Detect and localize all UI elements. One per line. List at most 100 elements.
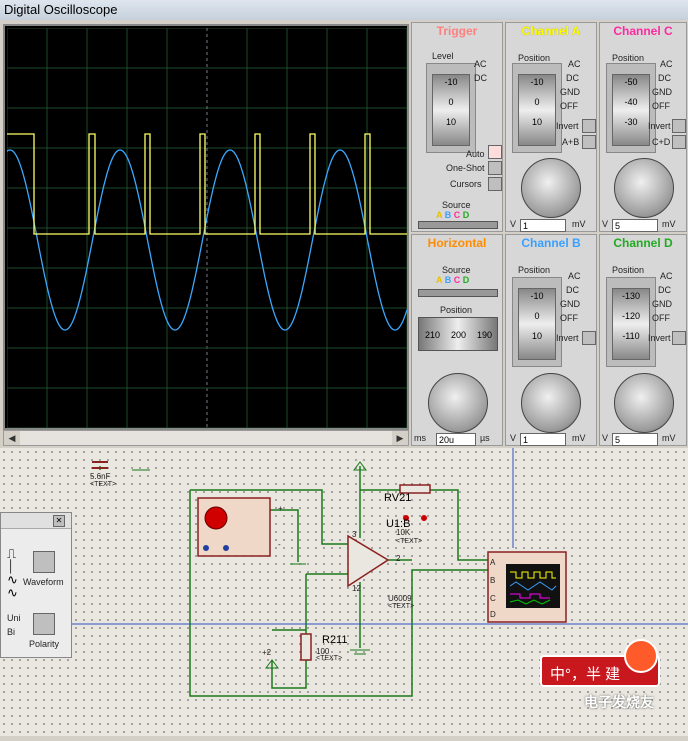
channel-a-position[interactable]: -10 0 10 bbox=[512, 63, 562, 153]
coupling-gnd[interactable]: GND bbox=[560, 87, 580, 97]
unit-mv: mV bbox=[662, 433, 676, 443]
coupling-off[interactable]: OFF bbox=[560, 101, 578, 111]
coupling-gnd[interactable]: GND bbox=[652, 299, 672, 309]
channel-a-readout: 1 bbox=[520, 219, 566, 232]
scroll-left-icon[interactable]: ◀ bbox=[4, 431, 20, 445]
scope-pin-d: D bbox=[490, 610, 496, 619]
trigger-source-slider[interactable] bbox=[418, 221, 498, 229]
coupling-ac[interactable]: AC bbox=[660, 59, 673, 69]
coupling-ac[interactable]: AC bbox=[568, 271, 581, 281]
channel-d-panel: Channel D Position -130 -120 -110 AC DC … bbox=[599, 234, 687, 446]
channel-a-volts-dial[interactable] bbox=[521, 158, 581, 218]
cap-text: <TEXT> bbox=[90, 481, 117, 488]
scroll-right-icon[interactable]: ▶ bbox=[392, 431, 408, 445]
horizontal-position-control[interactable]: 210 200 190 bbox=[418, 317, 498, 351]
tick: 0 bbox=[448, 97, 454, 107]
level-label: Level bbox=[432, 51, 454, 61]
resistor-text: <TEXT> bbox=[316, 655, 343, 662]
trigger-title: Trigger bbox=[436, 24, 478, 38]
tick: -30 bbox=[624, 117, 638, 127]
trigger-level-control[interactable]: -10 0 10 bbox=[426, 63, 476, 153]
scope-horizontal-scrollbar[interactable]: ◀ ▶ bbox=[3, 430, 409, 446]
scope-screen-frame bbox=[3, 24, 409, 430]
channel-b-panel: Channel B Position -10 0 10 AC DC GND OF… bbox=[505, 234, 597, 446]
unit-v: V bbox=[602, 433, 609, 443]
channel-d-volts-dial[interactable] bbox=[614, 373, 674, 433]
cursors-button[interactable] bbox=[488, 177, 502, 191]
scope-display bbox=[6, 27, 408, 429]
channel-d-position[interactable]: -130 -120 -110 bbox=[606, 277, 656, 367]
one-shot-button[interactable] bbox=[488, 161, 502, 175]
combine-button[interactable] bbox=[672, 135, 686, 149]
coupling-ac[interactable]: AC bbox=[660, 271, 673, 281]
coupling-ac[interactable]: AC bbox=[474, 59, 487, 69]
channel-d-title: Channel D bbox=[613, 236, 673, 250]
tick: -40 bbox=[624, 97, 638, 107]
pin-12: 12 bbox=[352, 584, 361, 593]
invert-button[interactable] bbox=[672, 119, 686, 133]
channel-c-panel: Channel C Position -50 -40 -30 AC DC GND… bbox=[599, 22, 687, 232]
unit-mv: mV bbox=[662, 219, 676, 229]
coupling-dc[interactable]: DC bbox=[474, 73, 487, 83]
position-label: Position bbox=[612, 53, 645, 63]
scope-pin-a: A bbox=[490, 558, 496, 567]
unit-mv: mV bbox=[572, 433, 586, 443]
channel-a-title: Channel A bbox=[521, 24, 581, 38]
coupling-dc[interactable]: DC bbox=[658, 73, 671, 83]
tick: 190 bbox=[477, 330, 493, 340]
channel-c-volts-dial[interactable] bbox=[614, 158, 674, 218]
oscilloscope-window: ◀ ▶ Trigger Level -10 0 10 AC DC Auto On… bbox=[0, 20, 688, 448]
mode-cursors[interactable]: Cursors bbox=[450, 179, 482, 189]
waveform-button[interactable] bbox=[33, 551, 55, 573]
trigger-level-scale: -10 0 10 bbox=[432, 74, 470, 146]
gen-pin-minus: - bbox=[278, 540, 281, 549]
coupling-ac[interactable]: AC bbox=[568, 59, 581, 69]
unit-v: V bbox=[510, 219, 517, 229]
coupling-off[interactable]: OFF bbox=[652, 101, 670, 111]
source-letters: A B C D bbox=[436, 210, 470, 220]
horizontal-panel: Horizontal Source A B C D Position 210 2… bbox=[411, 234, 503, 446]
channel-d-readout: 5 bbox=[612, 433, 658, 446]
opamp-value: U6009 bbox=[388, 594, 412, 603]
schematic-canvas[interactable]: 5.6nF <TEXT> RV21 U1:B 10K <TEXT> U6009 … bbox=[0, 448, 688, 736]
tick: 10 bbox=[445, 117, 456, 127]
unit-ms: ms bbox=[414, 433, 426, 443]
channel-b-position[interactable]: -10 0 10 bbox=[512, 277, 562, 367]
close-icon[interactable]: ✕ bbox=[53, 515, 65, 527]
horizontal-source-slider[interactable] bbox=[418, 289, 498, 297]
coupling-dc[interactable]: DC bbox=[566, 285, 579, 295]
auto-button[interactable] bbox=[488, 145, 502, 159]
invert-button[interactable] bbox=[582, 331, 596, 345]
invert-button[interactable] bbox=[672, 331, 686, 345]
pin-plus-label: +2 bbox=[262, 648, 272, 657]
coupling-dc[interactable]: DC bbox=[658, 285, 671, 295]
coupling-gnd[interactable]: GND bbox=[560, 299, 580, 309]
mode-one-shot[interactable]: One-Shot bbox=[446, 163, 485, 173]
source-label: Source bbox=[442, 200, 471, 210]
coupling-dc[interactable]: DC bbox=[566, 73, 579, 83]
channel-b-readout: 1 bbox=[520, 433, 566, 446]
polarity-button[interactable] bbox=[33, 613, 55, 635]
mode-auto[interactable]: Auto bbox=[466, 149, 485, 159]
coupling-gnd[interactable]: GND bbox=[652, 87, 672, 97]
unit-mv: mV bbox=[572, 219, 586, 229]
channel-b-volts-dial[interactable] bbox=[521, 373, 581, 433]
coupling-off[interactable]: OFF bbox=[652, 313, 670, 323]
watermark: 电子发烧友 bbox=[584, 694, 654, 710]
cap-label: 5.6nF bbox=[90, 472, 111, 481]
channel-c-position[interactable]: -50 -40 -30 bbox=[606, 63, 656, 153]
scope-pin-b: B bbox=[490, 576, 496, 585]
ime-toolbar[interactable]: 中°，半 建 bbox=[540, 639, 660, 687]
timebase-dial[interactable] bbox=[428, 373, 488, 433]
scale: -10 0 10 bbox=[518, 288, 556, 360]
position-label: Position bbox=[518, 265, 551, 275]
invert-button[interactable] bbox=[582, 119, 596, 133]
tick: 0 bbox=[534, 97, 540, 107]
tick: 0 bbox=[534, 311, 540, 321]
combine-button[interactable] bbox=[582, 135, 596, 149]
pin-2: 2 bbox=[396, 554, 401, 563]
gen-pin-plus: + bbox=[278, 504, 283, 513]
tick: 210 bbox=[425, 330, 441, 340]
unit-v: V bbox=[510, 433, 517, 443]
coupling-off[interactable]: OFF bbox=[560, 313, 578, 323]
